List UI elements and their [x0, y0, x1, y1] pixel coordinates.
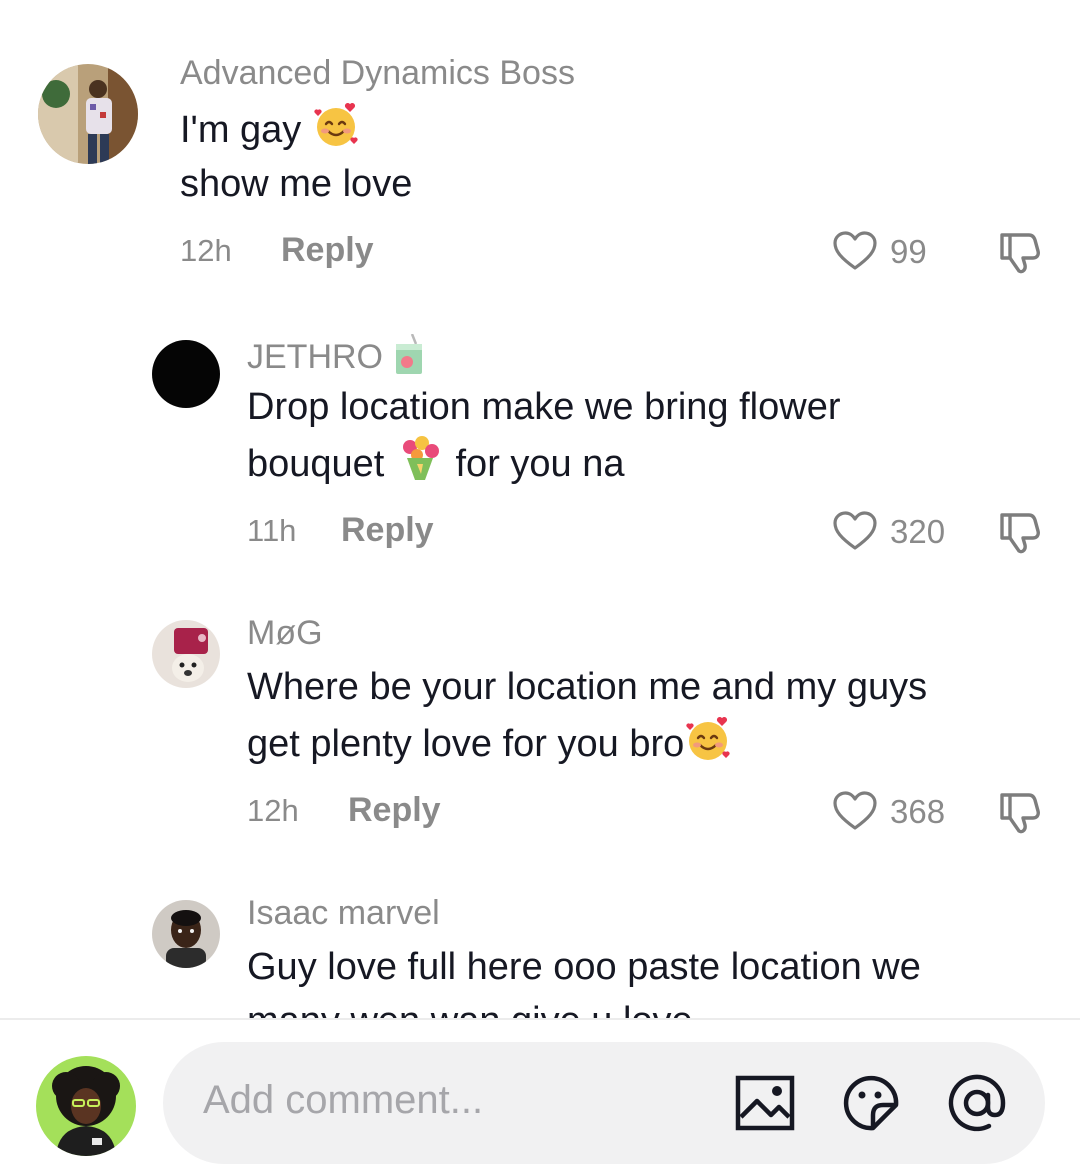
- comment-input[interactable]: Add comment...: [203, 1078, 483, 1123]
- user-avatar[interactable]: [36, 1056, 136, 1156]
- at-icon[interactable]: [945, 1071, 1009, 1135]
- image-icon[interactable]: [733, 1071, 797, 1135]
- comment-text-line: many wen wan give u love: [247, 1000, 693, 1018]
- comment-text-line: Guy love full here ooo paste location we: [247, 946, 921, 988]
- divider: [0, 1018, 1080, 1020]
- comment-list: Advanced Dynamics Boss I'm gay show me l…: [0, 0, 1080, 1018]
- comment-username[interactable]: Isaac marvel: [247, 894, 440, 933]
- emoji-icon[interactable]: [839, 1071, 903, 1135]
- avatar[interactable]: [152, 900, 220, 968]
- comment-item: Isaac marvel Guy love full here ooo past…: [0, 0, 1080, 1018]
- comment-input-bar[interactable]: Add comment...: [163, 1042, 1045, 1164]
- comment-text: Guy love full here ooo paste location we…: [247, 940, 921, 1018]
